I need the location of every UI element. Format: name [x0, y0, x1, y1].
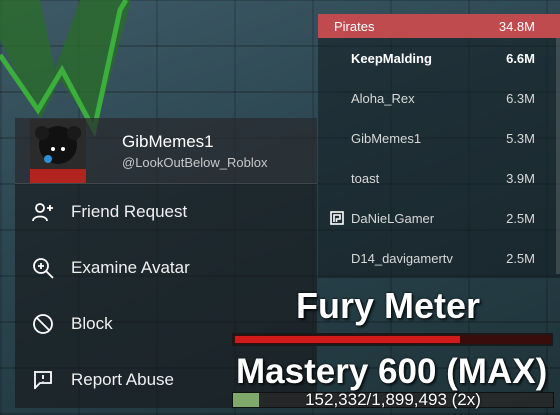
- team-header[interactable]: Pirates 34.8M: [318, 14, 560, 38]
- player-value: 6.6M: [506, 50, 535, 66]
- player-card: GibMemes1 @LookOutBelow_Roblox: [15, 118, 317, 184]
- mastery-xp-bar: 152,332/1,899,493 (2x): [232, 390, 554, 409]
- player-value: 6.3M: [506, 90, 535, 106]
- leaderboard-rows: KeepMalding 6.6M Aloha_Rex 6.3M GibMemes…: [318, 38, 560, 278]
- display-name: GibMemes1: [122, 131, 214, 151]
- leaderboard-row[interactable]: GibMemes1 5.3M: [318, 118, 560, 158]
- magnify-icon: [33, 258, 54, 279]
- player-names: GibMemes1 @LookOutBelow_Roblox: [122, 132, 267, 170]
- player-name: D14_davigamertv: [351, 250, 453, 266]
- player-value: 5.3M: [506, 130, 535, 146]
- avatar-image: [30, 118, 86, 183]
- block-label: Block: [71, 314, 113, 333]
- player-value: 2.5M: [506, 250, 535, 266]
- flag-icon: [34, 371, 52, 389]
- premium-icon: [330, 211, 344, 225]
- username: @LookOutBelow_Roblox: [122, 154, 268, 170]
- team-value: 34.8M: [498, 18, 535, 34]
- leaderboard-scrollbar[interactable]: [556, 38, 560, 274]
- leaderboard-row[interactable]: toast 3.9M: [318, 158, 560, 198]
- player-value: 3.9M: [506, 170, 535, 186]
- examine-avatar-label: Examine Avatar: [71, 258, 190, 277]
- fury-meter-fill: [235, 336, 461, 343]
- leaderboard-row[interactable]: D14_davigamertv 2.5M: [318, 238, 560, 278]
- block-icon: [33, 314, 53, 334]
- report-abuse-label: Report Abuse: [71, 370, 175, 389]
- team-name: Pirates: [334, 18, 375, 34]
- player-name: GibMemes1: [351, 130, 422, 146]
- friend-request-label: Friend Request: [71, 202, 188, 221]
- mastery-xp-text: 152,332/1,899,493 (2x): [305, 390, 481, 409]
- examine-avatar-button[interactable]: Examine Avatar: [15, 240, 317, 296]
- leaderboard-row[interactable]: KeepMalding 6.6M: [318, 38, 560, 78]
- player-name: toast: [351, 170, 380, 186]
- avatar: [30, 118, 86, 183]
- fury-meter-title: Fury Meter: [296, 285, 481, 326]
- player-name: DaNieLGamer: [351, 210, 435, 226]
- leaderboard: Pirates 34.8M KeepMalding 6.6M Aloha_Rex…: [318, 14, 560, 278]
- leaderboard-row[interactable]: DaNieLGamer 2.5M: [318, 198, 560, 238]
- player-name: KeepMalding: [351, 50, 432, 66]
- fury-meter-bar: [232, 333, 553, 346]
- player-name: Aloha_Rex: [351, 90, 415, 106]
- leaderboard-row[interactable]: Aloha_Rex 6.3M: [318, 78, 560, 118]
- friend-request-button[interactable]: Friend Request: [15, 184, 317, 240]
- player-value: 2.5M: [506, 210, 535, 226]
- mastery-title: Mastery 600 (MAX): [236, 352, 548, 391]
- add-friend-icon: [32, 203, 53, 222]
